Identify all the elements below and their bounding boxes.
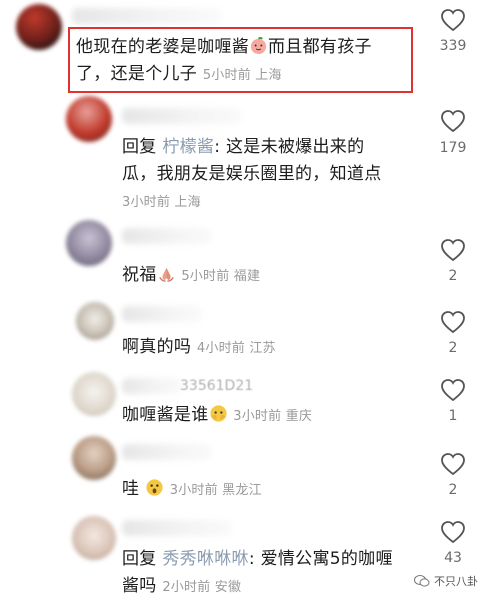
comment-text-part: 瓜，我朋友是娱乐圈里的，知道点 [122,164,382,184]
commenter-name-text[interactable]: 33561D21 [180,378,253,394]
peeking-face-emoji [209,404,228,423]
comment-item: 他现在的老婆是咖喱酱 而且都有孩子 了，还是个儿子 5小时前 上海 339 [0,0,492,100]
comment-location: 上海 [255,68,282,83]
like-count: 2 [448,340,458,356]
comment-item: 33561D21 咖喱酱是谁 3小时前 重庆 1 [0,370,492,436]
avatar[interactable] [72,516,116,560]
comment-item: 哇 3小时前 黑龙江 2 [0,436,492,512]
reply-prefix: 回复 [122,137,157,157]
heart-icon[interactable] [440,238,466,262]
like-count: 2 [448,482,458,498]
comment-text-part: 咖喱酱是谁 [122,405,209,425]
comment-time: 4小时前 [196,341,245,356]
avatar[interactable] [66,96,112,142]
comment-text: 哇 3小时前 黑龙江 [122,476,422,504]
heart-icon[interactable] [440,109,466,133]
peach-face-emoji [249,36,268,55]
comment-location: 黑龙江 [222,483,262,498]
comment-location: 重庆 [285,409,313,424]
comment-item: 啊真的吗 4小时前 江苏 2 [0,294,492,370]
comment-text-part: 爱情公寓5的咖喱 [260,549,393,569]
avatar[interactable] [72,436,116,480]
comment-meta: 2小时前 安徽 [162,580,241,595]
comment-item: 回复 秀秀咻咻咻: 爱情公寓5的咖喱 酱吗 2小时前 安徽 43 [0,512,492,605]
heart-icon[interactable] [440,8,466,32]
comment-text: 啊真的吗 4小时前 江苏 [122,334,422,362]
commenter-name[interactable] [72,8,222,24]
comment-meta: 5小时前 上海 [203,68,282,83]
reply-prefix: 回复 [122,549,157,569]
comment-item: 祝福 5小时前 福建 2 [0,218,492,294]
comment-text-part: 祝福 [122,265,157,285]
comment-text-part: 哇 [122,479,140,499]
avatar[interactable] [76,302,114,340]
avatar[interactable] [72,372,116,416]
comment-text-part: 而且都有孩子 [268,37,372,57]
comment-time: 3小时前 [233,409,282,424]
comment-location: 安徽 [214,580,242,595]
comment-location: 上海 [174,195,201,210]
wechat-icon [414,575,430,587]
watermark: 不只八卦 [414,573,478,589]
comment-text-part: 酱吗 [122,576,157,596]
like-count: 2 [448,268,458,284]
reply-to-user[interactable]: 柠檬酱 [162,137,214,157]
like-count: 43 [444,550,462,566]
heart-icon[interactable] [440,520,466,544]
comment-text-part: 啊真的吗 [122,337,192,357]
comment-meta: 3小时前 黑龙江 [170,483,262,498]
praying-hands-emoji [157,264,176,283]
heart-icon[interactable] [440,378,466,402]
comment-time: 5小时前 [202,68,251,83]
commenter-name[interactable] [122,520,232,536]
comment-text: 回复 秀秀咻咻咻: 爱情公寓5的咖喱 酱吗 2小时前 安徽 [122,549,393,596]
like-count: 1 [448,408,458,424]
comment-text-part: 了，还是个儿子 [76,64,198,84]
comment-meta: 3小时前 上海 [122,195,201,210]
surprised-face-emoji [145,478,164,497]
comment-time: 3小时前 [122,195,171,210]
comment-text: 祝福 5小时前 福建 [122,262,422,290]
comment-meta: 4小时前 江苏 [197,341,276,356]
comment-meta: 3小时前 重庆 [233,409,312,424]
commenter-name[interactable] [122,306,202,322]
commenter-name[interactable] [122,228,212,244]
commenter-name[interactable] [122,444,212,460]
reply-to-user[interactable]: 秀秀咻咻咻 [162,549,249,569]
comment-meta: 5小时前 福建 [181,269,260,284]
comment-time: 2小时前 [162,580,211,595]
commenter-name[interactable] [122,108,242,124]
commenter-name[interactable] [122,378,182,394]
comment-location: 福建 [233,269,261,284]
comment-time: 3小时前 [169,483,218,498]
comment-text: 咖喱酱是谁 3小时前 重庆 [122,402,422,430]
avatar[interactable] [16,4,62,50]
comment-time: 5小时前 [181,269,230,284]
like-count: 179 [439,140,467,156]
heart-icon[interactable] [440,310,466,334]
watermark-text: 不只八卦 [434,575,478,588]
comment-text-part: 这是未被爆出来的 [225,137,365,157]
comment-location: 江苏 [249,341,276,356]
comment-text: 他现在的老婆是咖喱酱 而且都有孩子 了，还是个儿子 5小时前 上海 [76,34,406,89]
comment-text-part: 他现在的老婆是咖喱酱 [76,37,249,57]
avatar[interactable] [66,220,112,266]
comment-item: 回复 柠檬酱: 这是未被爆出来的 瓜，我朋友是娱乐圈里的，知道点 3小时前 上海… [0,96,492,218]
heart-icon[interactable] [440,452,466,476]
like-count: 339 [439,38,467,54]
comment-text: 回复 柠檬酱: 这是未被爆出来的 瓜，我朋友是娱乐圈里的，知道点 3小时前 上海 [122,137,382,210]
